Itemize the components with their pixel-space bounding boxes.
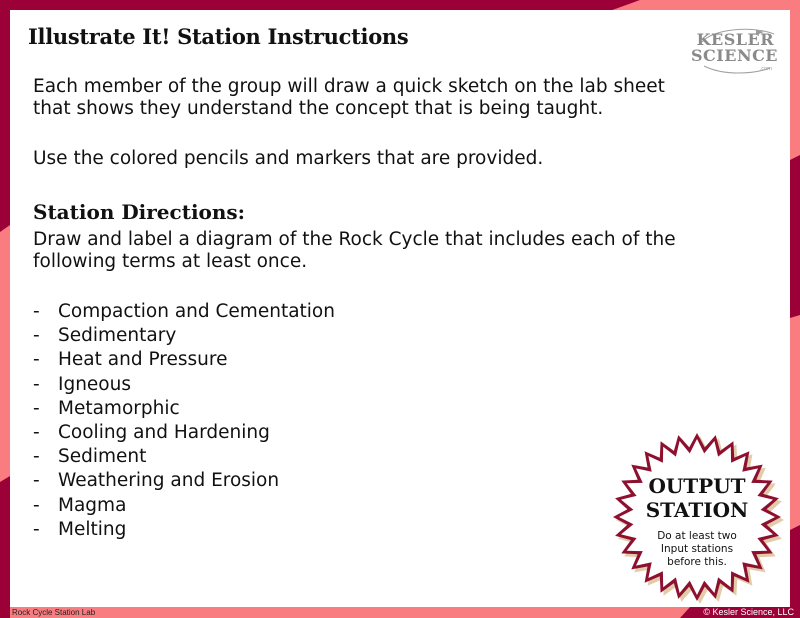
term-label: Cooling and Hardening (58, 422, 270, 444)
badge-note-line-1: Do at least two (657, 530, 737, 542)
bullet-dash: - (33, 349, 40, 371)
directions-heading: Station Directions: (33, 200, 246, 224)
footer-lab-name: Rock Cycle Station Lab (12, 608, 96, 617)
badge-title-line-1: OUTPUT (648, 474, 746, 498)
badge-note: Do at least two Input stations before th… (612, 530, 782, 569)
term-list-item: - Magma (33, 494, 335, 518)
output-station-badge: OUTPUT STATION Do at least two Input sta… (612, 430, 792, 610)
term-list-item: - Igneous (33, 373, 335, 397)
logo-word-science: SCIENCE (690, 46, 778, 65)
directions-line-2: following terms at least once. (33, 251, 308, 272)
bullet-dash: - (33, 446, 40, 468)
directions-paragraph: Draw and label a diagram of the Rock Cyc… (33, 229, 676, 273)
term-list-item: - Sedimentary (33, 324, 335, 348)
badge-note-line-3: before this. (667, 556, 727, 568)
badge-note-line-2: Input stations (660, 543, 734, 555)
term-label: Magma (58, 494, 127, 516)
bullet-dash: - (33, 494, 40, 516)
term-label: Sediment (58, 446, 147, 468)
term-list-item: - Sediment (33, 445, 335, 469)
term-label: Compaction and Cementation (58, 301, 335, 322)
page-title: Illustrate It! Station Instructions (28, 24, 409, 49)
badge-title: OUTPUT STATION (612, 474, 782, 522)
intro-line-1: Each member of the group will draw a qui… (33, 76, 665, 97)
frame-left-maroon-bottom (0, 476, 10, 618)
term-label: Igneous (58, 373, 131, 395)
footer-copyright: © Kesler Science, LLC (703, 607, 794, 617)
bullet-dash: - (33, 470, 40, 492)
frame-right-maroon-band (790, 155, 800, 318)
terms-list: - Compaction and Cementation - Sedimentary -… (33, 300, 335, 542)
term-list-item: - Cooling and Hardening (33, 421, 335, 445)
bullet-dash: - (33, 422, 40, 444)
bullet-dash: - (33, 325, 40, 347)
term-label: Melting (58, 518, 127, 540)
term-list-item: - Metamorphic (33, 397, 335, 421)
intro-line-2: that shows they understand the concept t… (33, 98, 604, 119)
intro-paragraph: Each member of the group will draw a qui… (33, 76, 665, 120)
term-label: Sedimentary (58, 325, 177, 347)
term-label: Metamorphic (58, 397, 180, 419)
frame-left-maroon-top (0, 0, 10, 232)
bullet-dash: - (33, 518, 40, 540)
directions-line-1: Draw and label a diagram of the Rock Cyc… (33, 229, 676, 250)
term-label: Weathering and Erosion (58, 470, 280, 492)
term-list-item: - Heat and Pressure (33, 348, 335, 372)
badge-title-line-2: STATION (645, 498, 749, 522)
term-list-item: - Compaction and Cementation (33, 300, 335, 324)
term-list-item: - Weathering and Erosion (33, 469, 335, 493)
logo-suffix: .com (759, 66, 772, 72)
bullet-dash: - (33, 397, 40, 419)
term-list-item: - Melting (33, 518, 335, 542)
bullet-dash: - (33, 373, 40, 395)
materials-paragraph: Use the colored pencils and markers that… (33, 148, 544, 169)
bullet-dash: - (33, 301, 40, 322)
kesler-science-logo: KESLER SCIENCE .com (690, 26, 778, 74)
term-label: Heat and Pressure (58, 349, 228, 371)
